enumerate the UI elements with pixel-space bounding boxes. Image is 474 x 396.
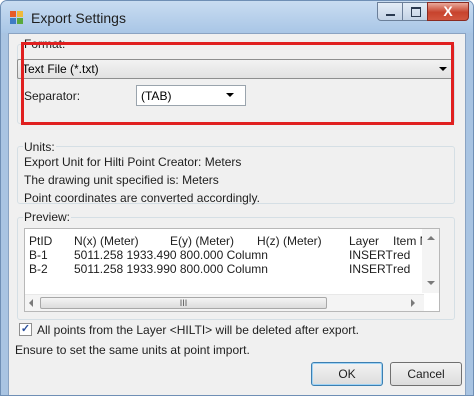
vertical-scrollbar[interactable] — [422, 229, 439, 293]
window-title: Export Settings — [31, 10, 126, 26]
preview-label: Preview: — [23, 210, 72, 224]
delete-after-export-checkbox[interactable]: ✓ — [19, 323, 32, 336]
app-icon — [10, 11, 24, 25]
units-note: Ensure to set the same units at point im… — [15, 343, 250, 357]
title-bar[interactable]: Export Settings X — [1, 1, 473, 33]
units-group: Units: Export Unit for Hilti Point Creat… — [17, 140, 455, 205]
delete-after-export-label[interactable]: All points from the Layer <HILTI> will b… — [37, 323, 359, 337]
preview-group: Preview: PtID N(x) (Meter) E(y) (Meter) … — [17, 210, 455, 320]
close-button[interactable]: X — [427, 2, 469, 21]
checkmark-icon: ✓ — [20, 323, 31, 335]
horizontal-scrollbar[interactable]: III — [25, 294, 424, 311]
units-line: The drawing unit specified is: Meters — [24, 173, 219, 187]
minimize-button[interactable] — [377, 2, 403, 21]
maximize-button[interactable] — [402, 2, 428, 21]
preview-list[interactable]: PtID N(x) (Meter) E(y) (Meter) H(z) (Met… — [24, 228, 440, 312]
close-icon: X — [443, 3, 453, 19]
scroll-thumb[interactable]: III — [40, 297, 327, 309]
grip-icon: III — [179, 298, 188, 308]
ok-button[interactable]: OK — [311, 362, 383, 386]
maximize-icon — [411, 7, 421, 17]
scroll-up-icon[interactable] — [427, 236, 435, 240]
highlight-annotation — [21, 42, 454, 125]
column-header[interactable]: N(x) (Meter) — [74, 234, 139, 248]
preview-cell: INSERT — [349, 248, 393, 262]
preview-cell: red — [393, 262, 411, 276]
preview-cell: 5011.258 1933.490 800.000 Column — [74, 248, 268, 262]
units-label: Units: — [23, 140, 56, 154]
minimize-icon — [386, 14, 395, 16]
column-header[interactable]: H(z) (Meter) — [257, 234, 322, 248]
preview-cell: B-1 — [29, 248, 48, 262]
column-header[interactable]: Layer — [349, 234, 379, 248]
column-header[interactable]: E(y) (Meter) — [170, 234, 234, 248]
units-line: Export Unit for Hilti Point Creator: Met… — [24, 155, 242, 169]
scroll-right-icon[interactable] — [411, 299, 415, 307]
cancel-button[interactable]: Cancel — [390, 362, 462, 386]
preview-cell: INSERT — [349, 262, 393, 276]
preview-cell: B-2 — [29, 262, 48, 276]
preview-cell: 5011.258 1933.990 800.000 Column — [74, 262, 268, 276]
units-line: Point coordinates are converted accordin… — [24, 191, 260, 205]
preview-cell: red — [393, 248, 411, 262]
scroll-down-icon[interactable] — [427, 281, 435, 285]
scroll-left-icon[interactable] — [29, 299, 33, 307]
column-header[interactable]: PtID — [29, 234, 52, 248]
